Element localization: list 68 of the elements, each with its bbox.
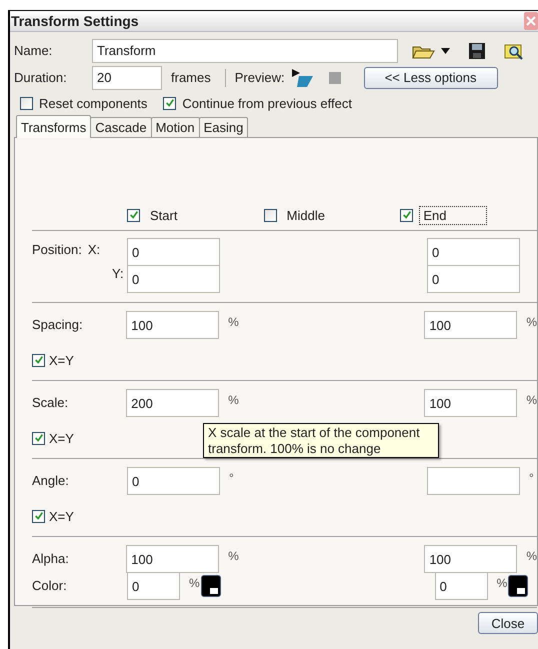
duration-field[interactable]: 20 [92, 66, 162, 90]
y-label: Y: [112, 266, 124, 281]
checkbox-label: X=Y [49, 508, 74, 524]
less-options-button[interactable]: << Less options [364, 66, 498, 88]
unit-label: % [496, 575, 508, 590]
preview-label: Preview: [234, 70, 285, 85]
checkbox[interactable] [264, 208, 277, 222]
checkbox[interactable] [32, 510, 45, 522]
unit-label: ° [528, 470, 534, 485]
x-label: X: [88, 242, 100, 257]
field-label: Spacing: [32, 316, 84, 332]
start-field[interactable]: 0 [127, 467, 220, 495]
close-button[interactable]: Close [478, 612, 538, 634]
unit-label: % [525, 548, 537, 563]
checkbox[interactable] [32, 354, 45, 366]
field-label: Alpha: [32, 550, 70, 566]
tab[interactable]: Cascade [90, 117, 152, 137]
checkbox[interactable] [127, 208, 140, 222]
end-field[interactable]: 100 [424, 311, 518, 339]
unit-label: % [227, 548, 239, 563]
window-title: Transform Settings [10, 13, 139, 29]
name-label: Name: [14, 43, 54, 58]
checkbox-label: Reset components [39, 96, 148, 110]
start-field[interactable]: 100 [126, 311, 220, 339]
start-x-field[interactable]: 0 [127, 238, 220, 266]
name-field[interactable]: Transform [92, 38, 398, 62]
tab[interactable]: Easing [198, 117, 248, 137]
checkbox[interactable] [20, 96, 33, 110]
start-field[interactable]: 200 [126, 389, 220, 417]
unit-label: % [227, 314, 239, 329]
search-icon[interactable] [504, 42, 524, 60]
unit-label: % [227, 392, 239, 407]
start-field[interactable]: 100 [126, 545, 220, 573]
start-field[interactable]: 0 [127, 572, 180, 600]
field-label: Angle: [32, 472, 70, 488]
checkbox[interactable] [163, 96, 176, 110]
tab[interactable]: Motion [150, 117, 200, 137]
field-label: Scale: [32, 394, 70, 410]
checkbox[interactable] [400, 208, 414, 222]
tooltip: X scale at the start of the component transform. 100% is no change [203, 423, 439, 458]
frames-label: frames [171, 70, 211, 85]
checkbox-label: Middle [286, 206, 326, 224]
end-field[interactable]: 100 [424, 545, 518, 573]
checkbox-label: End [419, 206, 488, 224]
duration-label: Duration: [14, 70, 68, 85]
end-x-field[interactable]: 0 [427, 238, 520, 266]
unit-label: % [525, 392, 537, 407]
caret-icon[interactable] [441, 48, 450, 54]
field-label: Color: [32, 577, 68, 593]
end-field[interactable] [427, 467, 520, 495]
unit-label: ° [228, 470, 234, 485]
color-swatch[interactable] [508, 575, 528, 597]
position-label: Position: [32, 242, 82, 257]
checkbox-label: X=Y [49, 352, 74, 368]
checkbox-label: X=Y [49, 430, 74, 446]
checkbox[interactable] [32, 432, 45, 444]
checkbox-label: Continue from previous effect [182, 96, 352, 110]
tab[interactable]: Transforms [16, 115, 92, 138]
end-field[interactable]: 0 [434, 572, 488, 600]
unit-label: % [525, 314, 537, 329]
end-field[interactable]: 100 [424, 389, 518, 417]
start-y-field[interactable]: 0 [127, 265, 220, 293]
play-effect-icon[interactable] [290, 68, 315, 88]
unit-label: % [188, 575, 200, 590]
end-y-field[interactable]: 0 [427, 265, 520, 293]
checkbox-label: Start [149, 206, 178, 224]
save-icon[interactable] [468, 42, 486, 60]
color-swatch[interactable] [200, 575, 221, 597]
